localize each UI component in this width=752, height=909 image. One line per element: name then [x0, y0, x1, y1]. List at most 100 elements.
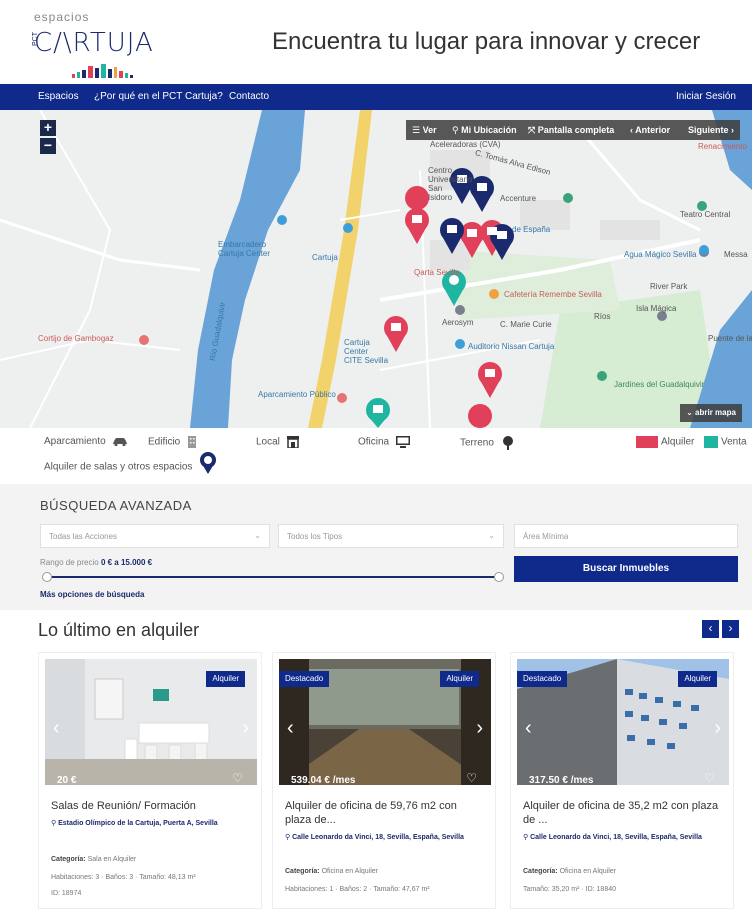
- zoom-in-button[interactable]: +: [40, 120, 56, 136]
- open-map-label: abrir mapa: [695, 408, 736, 417]
- category-label: Categoría:: [51, 856, 86, 863]
- open-map-button[interactable]: ⌄ abrir mapa: [680, 404, 742, 422]
- building-icon: [188, 436, 197, 448]
- search-button[interactable]: Buscar Inmuebles: [514, 556, 738, 582]
- chevron-down-icon: ⌄: [488, 531, 495, 540]
- price-slider-track[interactable]: [46, 576, 498, 578]
- types-select[interactable]: Todos los Tipos ⌄: [278, 524, 504, 548]
- category-label: Categoría:: [523, 868, 558, 875]
- price-slider-min-handle[interactable]: [42, 572, 52, 582]
- next-button[interactable]: Siguiente ›: [688, 125, 734, 135]
- view-button[interactable]: ☰ Ver: [412, 125, 437, 136]
- card-prev-arrow-icon[interactable]: ‹: [287, 717, 294, 740]
- my-location-button[interactable]: ⚲ Mi Ubicación: [452, 125, 517, 136]
- property-title[interactable]: Alquiler de oficina de 35,2 m2 con plaza…: [523, 799, 723, 827]
- property-title[interactable]: Salas de Reunión/ Formación: [51, 799, 251, 813]
- card-prev-arrow-icon[interactable]: ‹: [53, 717, 60, 740]
- category-value: Oficina en Alquiler: [559, 868, 616, 875]
- legend-venta: Venta: [704, 436, 747, 448]
- price-tag: 317.50 € /mes: [529, 775, 594, 785]
- card-prev-arrow-icon[interactable]: ‹: [525, 717, 532, 740]
- map-legend: Aparcamiento Edificio Local Oficina Terr…: [0, 428, 752, 484]
- favorite-heart-icon[interactable]: ♡: [232, 771, 243, 785]
- legend-edificio-label: Edificio: [148, 436, 181, 448]
- map-label: Accenture: [500, 194, 537, 203]
- prev-button[interactable]: ‹ Anterior: [630, 125, 670, 135]
- price-tag: 20 €: [57, 775, 77, 785]
- property-card[interactable]: Alquiler ‹ › 20 € ♡ Salas de Reunión/ Fo…: [38, 652, 262, 909]
- price-slider-max-handle[interactable]: [494, 572, 504, 582]
- map-label: Messa: [724, 250, 748, 259]
- legend-salas: Alquiler de salas y otros espacios: [44, 452, 217, 474]
- logo-small-text: espacios: [34, 10, 90, 24]
- price-range-text: Rango de precio: [40, 558, 99, 567]
- tree-icon: [502, 436, 513, 450]
- property-location-text: Calle Leonardo da Vinci, 18, Sevilla, Es…: [530, 834, 702, 841]
- map-label: Isla Mágica: [636, 304, 677, 313]
- category-value: Oficina en Alquiler: [321, 868, 378, 875]
- property-card[interactable]: Destacado Alquiler ‹ › 539.04 € /mes ♡ A…: [272, 652, 496, 909]
- fullscreen-button[interactable]: ⤧ Pantalla completa: [528, 125, 614, 136]
- property-image[interactable]: Destacado Alquiler ‹ › 317.50 € /mes ♡: [517, 659, 729, 785]
- next-label: Siguiente: [688, 125, 729, 135]
- property-title[interactable]: Alquiler de oficina de 59,76 m2 con plaz…: [285, 799, 485, 827]
- shop-icon: [286, 436, 299, 448]
- search-title: BÚSQUEDA AVANZADA: [40, 498, 192, 513]
- legend-local: Local: [256, 436, 299, 448]
- prev-label: Anterior: [635, 125, 671, 135]
- zoom-out-button[interactable]: −: [40, 138, 56, 154]
- featured-badge: Destacado: [279, 671, 330, 687]
- card-next-arrow-icon[interactable]: ›: [242, 717, 249, 740]
- nav-espacios[interactable]: Espacios: [38, 91, 79, 102]
- legend-terreno: Terreno: [460, 436, 515, 450]
- actions-select-value: Todas las Acciones: [49, 532, 118, 541]
- min-area-input[interactable]: Área Mínima: [514, 524, 738, 548]
- map-label: Ríos: [594, 312, 611, 321]
- view-label: Ver: [422, 125, 437, 135]
- property-image[interactable]: Destacado Alquiler ‹ › 539.04 € /mes ♡: [279, 659, 491, 785]
- property-image[interactable]: Alquiler ‹ › 20 € ♡: [45, 659, 257, 785]
- nav-por-que[interactable]: ¿Por qué en el PCT Cartuja?: [94, 91, 223, 102]
- latest-prev-button[interactable]: ‹: [702, 620, 719, 638]
- legend-salas-label: Alquiler de salas y otros espacios: [44, 461, 193, 473]
- map-label: de España: [512, 225, 551, 234]
- legend-edificio: Edificio: [148, 436, 197, 448]
- legend-aparcamiento: Aparcamiento: [44, 436, 128, 447]
- map-label: C. Marie Curie: [500, 320, 552, 329]
- legend-alquiler-label: Alquiler: [661, 436, 695, 448]
- map-label: Auditorio Nissan Cartuja: [468, 342, 555, 351]
- property-category: Categoría: Sala en Alquiler: [51, 855, 259, 865]
- price-tag: 539.04 € /mes: [291, 775, 356, 785]
- property-location: ⚲ Calle Leonardo da Vinci, 18, Sevilla, …: [285, 833, 485, 843]
- map-label: Renacimiento: [698, 142, 747, 151]
- card-next-arrow-icon[interactable]: ›: [476, 717, 483, 740]
- login-link[interactable]: Iniciar Sesión: [676, 91, 736, 102]
- actions-select[interactable]: Todas las Acciones ⌄: [40, 524, 270, 548]
- logo[interactable]: espacios PCT C/\RTUJA: [32, 10, 164, 80]
- favorite-heart-icon[interactable]: ♡: [466, 771, 477, 785]
- chevron-down-icon: ⌄: [254, 531, 261, 540]
- map-label: Cartuja: [312, 253, 338, 262]
- types-select-value: Todos los Tipos: [287, 532, 343, 541]
- status-badge: Alquiler: [440, 671, 479, 687]
- my-location-label: Mi Ubicación: [461, 125, 517, 135]
- map-label: Cartuja Center CITE Sevilla: [344, 338, 389, 365]
- map-label: Cafetería Remembe Sevilla: [504, 290, 602, 299]
- featured-badge: Destacado: [517, 671, 568, 687]
- nav-contacto[interactable]: Contacto: [229, 91, 269, 102]
- logo-city-skyline-icon: [72, 64, 133, 78]
- property-location-text: Calle Leonardo da Vinci, 18, Sevilla, Es…: [292, 834, 464, 841]
- advanced-search: BÚSQUEDA AVANZADA Todas las Acciones ⌄ T…: [0, 484, 752, 610]
- more-options-link[interactable]: Más opciones de búsqueda: [40, 590, 144, 599]
- status-badge: Alquiler: [206, 671, 245, 687]
- latest-next-button[interactable]: ›: [722, 620, 739, 638]
- map[interactable]: Aceleradoras (CVA) Embarcadero Cartuja C…: [0, 110, 752, 428]
- property-card[interactable]: Destacado Alquiler ‹ › 317.50 € /mes ♡ A…: [510, 652, 734, 909]
- card-next-arrow-icon[interactable]: ›: [714, 717, 721, 740]
- status-badge: Alquiler: [678, 671, 717, 687]
- map-label: Aparcamiento Público: [258, 390, 336, 399]
- tagline: Encuentra tu lugar para innovar y crecer: [272, 28, 701, 55]
- favorite-heart-icon[interactable]: ♡: [704, 771, 715, 785]
- property-specs: Habitaciones: 1 · Baños: 2 · Tamaño: 47,…: [285, 886, 430, 893]
- map-label: Agua Mágico Sevilla: [624, 250, 697, 259]
